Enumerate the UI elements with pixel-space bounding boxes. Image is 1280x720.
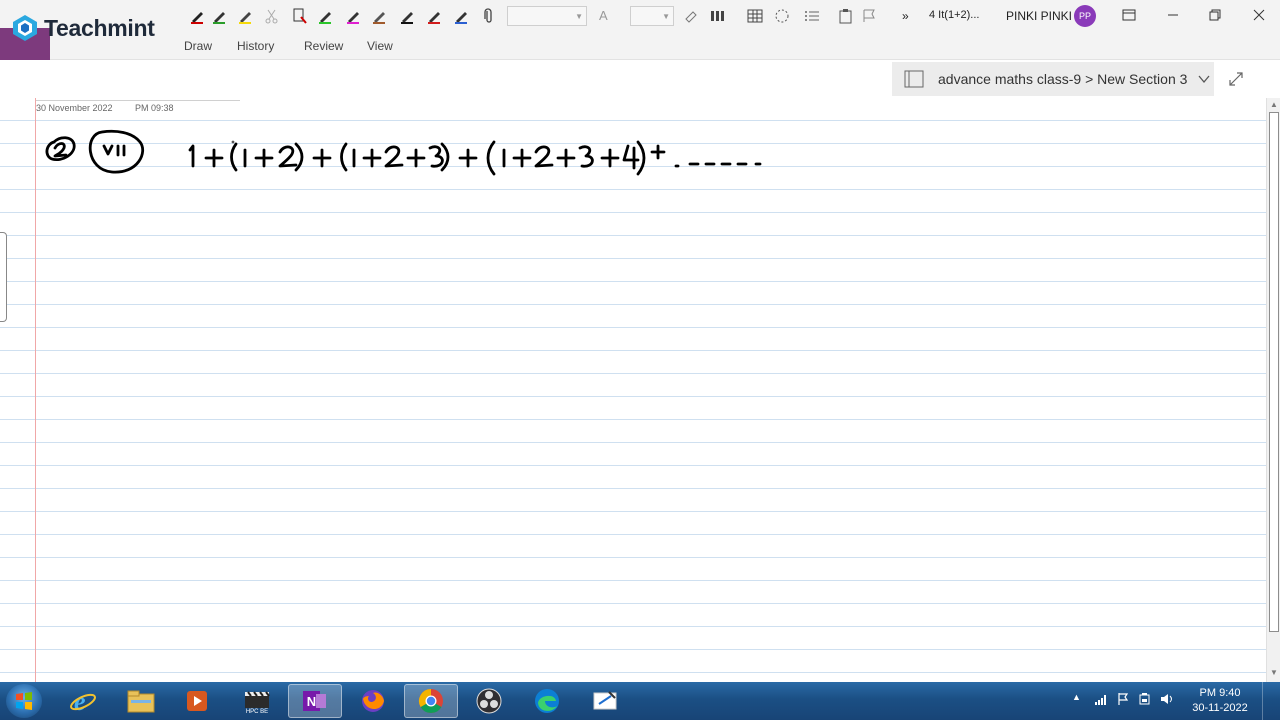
ribbon-display-icon[interactable] (1114, 4, 1144, 26)
clapperboard-icon: HPC BE (245, 691, 270, 715)
format-painter-icon[interactable] (682, 7, 702, 25)
brand-name: Teachmint (44, 14, 155, 41)
action-center-flag-icon[interactable] (1116, 692, 1130, 706)
pen-brown-icon[interactable] (370, 7, 390, 25)
pen-crimson-icon[interactable] (425, 7, 445, 25)
pen-magenta-icon[interactable] (344, 7, 364, 25)
onenote-label: N (307, 694, 316, 709)
ink-to-math-icon[interactable] (708, 7, 728, 25)
side-panel-handle[interactable] (0, 232, 7, 322)
table-icon[interactable] (745, 7, 765, 25)
notebook-navigator[interactable]: advance maths class-9 > New Section 3 (892, 62, 1214, 96)
page-time: PM 09:38 (135, 103, 174, 113)
taskbar-obs[interactable] (462, 684, 516, 718)
chrome-icon (418, 689, 443, 714)
notebook-icon (904, 70, 924, 88)
scroll-thumb[interactable] (1269, 112, 1279, 632)
expand-icon[interactable] (1222, 66, 1250, 92)
clock-time: PM 9:40 (1199, 687, 1241, 699)
start-button[interactable] (6, 684, 42, 718)
taskbar-internet-explorer[interactable]: e (56, 684, 110, 718)
firefox-icon (362, 690, 384, 712)
font-color-icon[interactable]: A (595, 7, 615, 25)
show-desktop-button[interactable] (1262, 682, 1280, 720)
minimize-icon[interactable] (1158, 4, 1188, 26)
handwritten-expression[interactable] (40, 126, 800, 182)
volume-icon[interactable] (1160, 692, 1174, 706)
bullets-icon[interactable] (802, 7, 822, 25)
scroll-down-icon[interactable]: ▼ (1269, 668, 1279, 678)
pen-dark-icon[interactable] (398, 7, 418, 25)
obs-icon (476, 688, 502, 714)
pen-blue-icon[interactable] (452, 7, 472, 25)
show-hidden-icons[interactable]: ▲ (1072, 692, 1081, 702)
lasso-icon[interactable] (290, 7, 310, 25)
teachmint-logo-icon (13, 15, 37, 41)
network-signal-icon[interactable] (1094, 692, 1108, 706)
paste-icon[interactable] (836, 7, 856, 25)
notebook-page[interactable]: 30 November 2022 PM 09:38 (0, 98, 1266, 682)
system-clock[interactable]: PM 9:40 30-11-2022 (1186, 686, 1254, 716)
vertical-scrollbar[interactable]: ▲ ▼ (1266, 98, 1280, 682)
whiteboard-icon (593, 691, 617, 710)
teachmint-logo: Teachmint (12, 14, 155, 42)
pen-green-icon[interactable] (316, 7, 336, 25)
user-name[interactable]: PINKI PINKI (1006, 9, 1072, 23)
open-window-title[interactable]: 4 It(1+2)... (929, 9, 979, 21)
tab-history[interactable]: History (237, 39, 274, 53)
close-icon[interactable] (1244, 4, 1274, 26)
folder-icon (127, 690, 155, 713)
paperclip-icon[interactable] (479, 7, 499, 25)
taskbar-media-player[interactable] (170, 684, 224, 718)
font-name-dropdown[interactable]: ▼ (507, 6, 587, 26)
internet-explorer-icon: e (70, 687, 96, 715)
pen-black-icon[interactable] (188, 7, 208, 25)
taskbar-video-editor[interactable]: HPC BE (230, 684, 284, 718)
clock-date: 30-11-2022 (1192, 702, 1248, 714)
lasso-select-icon[interactable] (772, 7, 792, 25)
taskbar-whiteboard[interactable] (578, 684, 632, 718)
taskbar-onenote[interactable]: N (288, 684, 342, 718)
notebook-path: advance maths class-9 > New Section 3 (938, 71, 1188, 87)
taskbar: e HPC BE N ▲ PM 9:40 30-11-2022 (0, 682, 1280, 720)
onenote-icon: N (303, 691, 326, 711)
font-size-dropdown[interactable]: ▼ (630, 6, 674, 26)
ribbon-tabs: Draw History Review View (0, 32, 1280, 60)
battery-icon[interactable] (1138, 692, 1152, 706)
chevron-down-icon[interactable] (1197, 72, 1211, 86)
taskbar-firefox[interactable] (346, 684, 400, 718)
svg-text:A: A (599, 8, 608, 23)
onenote-window: ▼ A ▼ » 4 It(1+2)... PINKI PINKI PP Draw… (0, 0, 1280, 720)
taskbar-file-explorer[interactable] (114, 684, 168, 718)
avatar[interactable]: PP (1074, 5, 1096, 27)
page-title-line (36, 100, 240, 101)
overflow-chevron-icon[interactable]: » (902, 9, 909, 23)
scissors-icon[interactable] (262, 7, 282, 25)
tab-draw[interactable]: Draw (184, 39, 212, 53)
taskbar-chrome[interactable] (404, 684, 458, 718)
edge-icon (535, 689, 559, 713)
tag-icon[interactable] (860, 7, 880, 25)
pen-red-icon[interactable] (210, 7, 230, 25)
taskbar-edge[interactable] (520, 684, 574, 718)
highlighter-yellow-icon[interactable] (236, 7, 256, 25)
windows-logo-icon (16, 692, 32, 710)
restore-icon[interactable] (1200, 4, 1230, 26)
scroll-up-icon[interactable]: ▲ (1269, 100, 1279, 110)
page-margin-line (35, 98, 36, 682)
tab-view[interactable]: View (367, 39, 393, 53)
tab-review[interactable]: Review (304, 39, 343, 53)
media-player-icon (187, 691, 207, 711)
quick-access-toolbar: ▼ A ▼ » 4 It(1+2)... PINKI PINKI PP (0, 0, 1280, 32)
page-date: 30 November 2022 (36, 103, 113, 113)
video-editor-label: HPC BE (246, 709, 268, 715)
